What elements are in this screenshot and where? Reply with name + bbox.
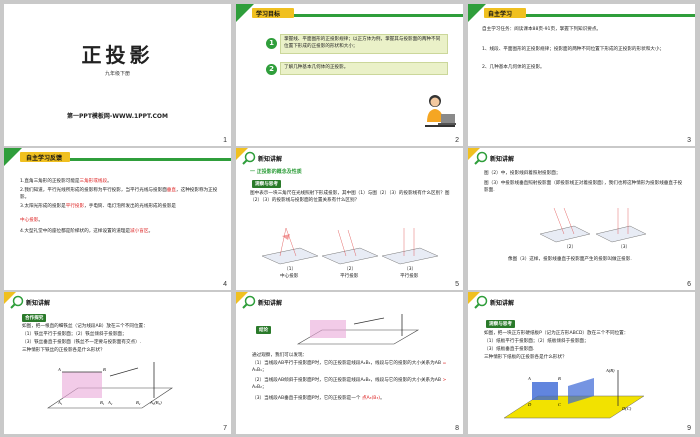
step-number: 2 (266, 64, 277, 75)
slide-header: 自主学习反馈 (26, 155, 63, 162)
diagram-caption: （3） (404, 267, 417, 272)
point-label: B₂ (136, 400, 141, 405)
text-line: （1）铁丝平行于投影面；（2）铁丝倾斜于投影面； (22, 332, 127, 337)
diagram-caption: （3） (618, 245, 631, 250)
text-line: 像图（3）这样，投影线垂直于投影面产生的投影叫做正投影. (508, 257, 632, 262)
point-label: A₁ (57, 400, 63, 405)
slide-number: 5 (455, 281, 459, 288)
magnifier-icon (242, 151, 256, 165)
point-label: D(C) (621, 406, 632, 411)
point-label: B (558, 376, 561, 381)
slide-title: 正投影 (81, 43, 154, 67)
slide-number: 7 (223, 425, 227, 432)
slide-number: 4 (223, 281, 227, 288)
text-line: 如图，把一块正方形硬纸板P（记为正方形ABCD）放在三个不同位置： (484, 331, 629, 336)
diagram-caption: 平行投影 (340, 274, 359, 279)
slide-subtitle: 九年级下册 (104, 71, 130, 77)
section-title: 一 正投影的概念及性质 (250, 169, 302, 175)
slide-number: 1 (223, 137, 227, 144)
person-at-laptop-icon (425, 95, 456, 127)
header-rule (294, 14, 463, 17)
text-line: 图（3）中投影线垂直照射投影面（即投影线正对着投影面），我们也称这种情形为投影线… (484, 181, 683, 193)
magnifier-icon (474, 295, 488, 309)
tag-label: 观察与思考 (252, 180, 281, 188)
text-line: 通过观察，我们可以发现： (252, 353, 308, 358)
magnifier-icon (242, 295, 256, 309)
slide-4-thumbnail[interactable]: 自主学习反馈 1.直角三角形的正投影可能是三角形或线段。 2.我们知道，平行光线… (4, 148, 231, 290)
point-label: A (57, 367, 61, 372)
projection-diagrams (261, 227, 439, 265)
text-line: （1）纸板平行于投影面；（2）纸板倾斜于投影面； (484, 339, 589, 344)
slide-header: 学习目标 (256, 11, 281, 18)
square-projection-diagram: A B C D A(B) D(C) (503, 368, 645, 419)
slide-number: 9 (687, 425, 691, 432)
magnifier-icon (474, 151, 488, 165)
slide-9-thumbnail[interactable]: 新知讲解 观察与思考 如图，把一块正方形硬纸板P（记为正方形ABCD）放在三个不… (468, 292, 695, 434)
step-number: 1 (266, 38, 277, 49)
point-label: B (103, 367, 106, 372)
step-box: 掌握线、平面图形的正投影规律；以正方体为例，掌握其与投影面的两种不同位置下形成的… (280, 34, 448, 54)
text-line: 2、几种基本几何体的正投影。 (482, 65, 545, 70)
step-box: 了解几种基本几何体的正投影。 (280, 62, 448, 75)
slide-8-thumbnail[interactable]: 新知讲解 结论 通过观察，我们可以发现： （1）当线段AB平行于投影面P时，它的… (236, 292, 463, 434)
slide-header: 自主学习 (488, 11, 513, 18)
wire-projection-diagram: A B A₁ B₁ A₂ B₂ A₃(B₃) (47, 362, 173, 409)
slide-number: 2 (455, 137, 459, 144)
slide-header: 新知讲解 (490, 300, 515, 307)
diagram-caption: （2） (344, 267, 357, 272)
slide-number: 8 (455, 425, 459, 432)
question-3-cont: 中心投影。 (20, 218, 43, 223)
slide-2-thumbnail[interactable]: 学习目标 1 掌握线、平面图形的正投影规律；以正方体为例，掌握其与投影面的两种不… (236, 4, 463, 146)
text-line: 图（2）中，投影线斜着照射投影面； (484, 171, 561, 176)
slide-number: 3 (687, 137, 691, 144)
text-line: 如图，把一根直的细铁丝（记为线段AB）放在三个不同位置： (22, 324, 148, 329)
header-rule (70, 158, 231, 161)
diagram-caption: （2） (564, 245, 577, 250)
wire-projection-diagram (296, 314, 420, 345)
question-text: 图中表示一块三角尺在光线照射下形成投影，其中图（1）与图（2）（3）的投影线有什… (250, 191, 450, 203)
slide-7-thumbnail[interactable]: 新知讲解 合作探究 如图，把一根直的细铁丝（记为线段AB）放在三个不同位置： （… (4, 292, 231, 434)
text-line: 三种情形下纸板的正投影各是什么形状？ (484, 355, 567, 360)
question-1: 1.直角三角形的正投影可能是三角形或线段。 (20, 179, 112, 184)
magnifier-icon (10, 295, 24, 309)
tag-label: 结论 (256, 326, 272, 334)
tag-label: 合作探究 (22, 314, 47, 322)
slide-1-thumbnail[interactable]: 正投影 九年级下册 第一PPT模板网-WWW.1PPT.COM 1 (4, 4, 231, 146)
point-label: A₂ (107, 400, 113, 405)
slide-footer: 第一PPT模板网-WWW.1PPT.COM (67, 113, 168, 120)
diagram-caption: （1） (284, 267, 297, 272)
slide-header: 新知讲解 (258, 156, 283, 163)
diagram-caption: 中心投影 (280, 274, 299, 279)
projection-diagrams (539, 207, 647, 243)
point-label: B₁ (100, 400, 105, 405)
diagram-caption: 平行投影 (400, 274, 419, 279)
question-3: 3.太阳光形成的投影是平行投影，手电筒、电灯泡所发出的光线形成的投影是 (20, 204, 177, 209)
point-label: A₃(B₃) (149, 400, 162, 405)
text-line: （3）铁丝垂直于投影面（铁丝不一定要与投影面有交点）. (22, 340, 142, 345)
point-label: A (527, 376, 531, 381)
text-line: 自主学习任务：阅读课本88页-91页，掌握下列知识要点。 (482, 27, 602, 32)
text-line: 三种情形下铁丝的正投影各是什么形状？ (22, 348, 105, 353)
conclusion-3: （3）当线段AB垂直于投影面P时，它的正投影是一个 点A₃(B₃)。 (252, 396, 385, 401)
slide-header: 新知讲解 (490, 156, 515, 163)
text-line: （3）纸板垂直于投影面. (484, 347, 535, 352)
header-rule (526, 14, 695, 17)
slide-header: 新知讲解 (258, 300, 283, 307)
conclusion-2: （2）当线段AB倾斜于投影面P时，它的正投影是线段A₂B₂，线段与它的投影的大小… (252, 378, 447, 390)
text-line: 1、线段、平面图形的正投影规律；投影面的两种不同位置下形成的正投影的形状和大小； (482, 47, 665, 52)
tag-label: 观察与思考 (486, 320, 515, 328)
slide-3-thumbnail[interactable]: 自主学习 自主学习任务：阅读课本88页-91页，掌握下列知识要点。 1、线段、平… (468, 4, 695, 146)
slide-number: 6 (687, 281, 691, 288)
conclusion-1: （1）当线段AB平行于投影面P时，它的正投影是线段A₁B₁，线段与它的投影的大小… (252, 361, 447, 373)
slide-6-thumbnail[interactable]: 新知讲解 图（2）中，投影线斜着照射投影面； 图（3）中投影线垂直照射投影面（即… (468, 148, 695, 290)
question-4: 4.大型礼堂中的座位都是阶梯状的，这样设置的道理是减小盲区。 (20, 229, 154, 234)
point-label: A(B) (605, 368, 615, 373)
slide-5-thumbnail[interactable]: 新知讲解 一 正投影的概念及性质 观察与思考 图中表示一块三角尺在光线照射下形成… (236, 148, 463, 290)
slide-header: 新知讲解 (26, 300, 51, 307)
question-2: 2.我们知道，平行光线所形成的投影称为平行投影，当平行光线与投影面垂直，这种投影… (20, 188, 218, 200)
